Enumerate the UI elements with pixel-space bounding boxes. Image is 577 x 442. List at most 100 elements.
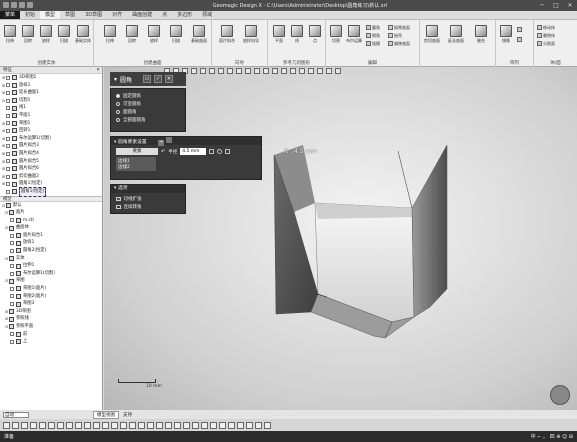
menu-item-align[interactable]: 对齐 — [107, 11, 127, 19]
paint-icon[interactable] — [66, 421, 73, 429]
visibility-icon[interactable] — [6, 136, 10, 141]
undo-icon[interactable] — [27, 2, 33, 8]
delete-body-button[interactable]: 删除体 — [537, 32, 555, 39]
brush-icon[interactable] — [21, 421, 28, 429]
base-surface-button[interactable]: 基础曲面 — [190, 25, 208, 44]
revolve-solid-button[interactable]: 回转 — [19, 25, 37, 44]
tree-item[interactable]: ⊟ 切割1 — [1, 97, 102, 105]
zoom-window-icon[interactable] — [255, 421, 262, 429]
visibility-icon[interactable] — [10, 339, 14, 344]
visibility-icon[interactable] — [10, 271, 14, 276]
tree-item[interactable]: 平面1 — [1, 112, 102, 120]
sketch-select-icon[interactable] — [120, 421, 127, 429]
point-select-icon[interactable] — [129, 421, 136, 429]
sweep-solid-button[interactable]: 扫描 — [55, 25, 73, 44]
edge-list[interactable]: 边线1 边线2 — [116, 157, 156, 171]
ok-button[interactable]: ✓ — [154, 75, 163, 83]
visibility-icon[interactable] — [10, 286, 14, 291]
tree-item[interactable]: ⊞ 放样1 — [1, 82, 102, 90]
tree-item[interactable]: ⊟ 草图 — [1, 277, 102, 285]
surface-select-icon[interactable] — [147, 421, 154, 429]
tree-item[interactable]: 线1 — [1, 104, 102, 112]
edge-item[interactable]: 边线2 — [118, 164, 154, 170]
save-icon[interactable] — [19, 2, 25, 8]
visibility-icon[interactable] — [6, 75, 10, 80]
visibility-icon[interactable] — [6, 90, 10, 95]
draft-button[interactable]: 拔模 — [366, 40, 380, 47]
visibility-icon[interactable] — [6, 189, 10, 194]
option-tangent-expand[interactable]: ✓ 切线扩张 — [111, 195, 185, 203]
tree-item[interactable]: ⊞ 草图1 — [1, 120, 102, 128]
split-face-button[interactable]: 分割面 — [537, 40, 555, 47]
fit-icon[interactable] — [264, 421, 271, 429]
visibility-icon[interactable] — [6, 113, 10, 118]
type-option-variable[interactable]: 可变圆角 — [111, 100, 185, 108]
tree-item[interactable]: 拉伸1 — [1, 262, 102, 270]
tree-item[interactable]: 圆角2(恒定) — [1, 247, 102, 255]
circular-pattern-button[interactable] — [517, 36, 522, 43]
filter-all-icon[interactable] — [174, 421, 181, 429]
curve-icon[interactable] — [138, 421, 145, 429]
fillet-button[interactable]: 圆角 — [366, 24, 380, 31]
visibility-icon[interactable] — [10, 233, 14, 238]
vertex-icon[interactable] — [75, 421, 82, 429]
extend-surface-button[interactable]: 延长曲面 — [447, 25, 465, 44]
tree-item[interactable]: 草图3 — [1, 300, 102, 308]
shell-button[interactable]: 抽壳 — [388, 32, 402, 39]
region-icon[interactable] — [111, 421, 118, 429]
tree-item[interactable]: ⊞ 圆片拟合4 — [1, 150, 102, 158]
right-wall-face[interactable] — [411, 144, 448, 318]
visibility-icon[interactable] — [10, 294, 14, 299]
visibility-icon[interactable] — [6, 98, 10, 103]
lasso-icon[interactable] — [12, 421, 19, 429]
tree-item[interactable]: 草图2(面片) — [1, 293, 102, 301]
visibility-icon[interactable] — [10, 248, 14, 253]
minimize-icon[interactable]: ─ — [535, 0, 549, 11]
extrude-solid-button[interactable]: 拉伸 — [1, 25, 19, 44]
menu-item-surface[interactable]: 曲面创建 — [127, 11, 157, 19]
extend-icon[interactable] — [57, 421, 64, 429]
visibility-icon[interactable] — [6, 144, 10, 149]
select-icon[interactable] — [3, 421, 10, 429]
loft-wizard-button[interactable]: 放样向导 — [242, 25, 260, 44]
menu-item-model[interactable]: 模型 — [40, 11, 61, 19]
tree-item[interactable]: ⊞ 回转1 — [1, 127, 102, 135]
visibility-icon[interactable] — [6, 83, 10, 88]
menu-item-point[interactable]: 点 — [157, 11, 172, 19]
body-icon[interactable] — [102, 421, 109, 429]
cancel-button[interactable]: ✕ — [165, 75, 174, 83]
visibility-icon[interactable] — [10, 264, 14, 269]
visibility-icon[interactable] — [10, 302, 14, 307]
offset-surface-button[interactable]: 偏移曲面 — [388, 40, 410, 47]
preview-icon[interactable]: ▭ — [143, 75, 152, 83]
menu-item-3d-sketch[interactable]: 3D草图 — [80, 11, 107, 19]
isolate-icon[interactable] — [201, 421, 208, 429]
undo-icon[interactable]: ↶ — [161, 149, 165, 155]
maximize-icon[interactable]: □ — [549, 0, 563, 11]
visibility-icon[interactable] — [6, 151, 10, 156]
tree-item[interactable]: m.stl — [1, 217, 102, 225]
3d-viewport[interactable]: R : 4.5 mm 10 mm ▾ 圆角 ▭ ✓ ✕ 固定圆角 可变圆角 面圆… — [104, 67, 577, 410]
options-icon[interactable] — [225, 149, 231, 154]
color-icon[interactable] — [246, 421, 253, 429]
extrude-surface-button[interactable]: 拉伸 — [101, 25, 119, 44]
layer-icon[interactable] — [237, 421, 244, 429]
tree-item[interactable]: ⊟ 默认 — [1, 202, 102, 210]
visibility-icon[interactable] — [10, 218, 14, 223]
plane-button[interactable]: 平面 — [270, 25, 288, 44]
close-icon[interactable]: ✕ — [563, 0, 577, 11]
visibility-icon[interactable] — [10, 332, 14, 337]
snap-icon[interactable] — [210, 421, 217, 429]
tree-item[interactable]: ⊞ 圆片拟合3 — [1, 142, 102, 150]
tree-item[interactable]: 上 — [1, 338, 102, 346]
move-body-button[interactable]: 移动体 — [537, 24, 555, 31]
constraint-icon[interactable] — [228, 421, 235, 429]
tree-item[interactable]: 面片拟合1 — [1, 232, 102, 240]
type-option-face[interactable]: 面圆角 — [111, 108, 185, 116]
chamfer-button[interactable]: 倒角 — [366, 32, 380, 39]
visibility-icon[interactable] — [6, 159, 10, 164]
thicken-button[interactable]: 赋厚曲面 — [388, 24, 410, 31]
loft-solid-button[interactable]: 放样 — [37, 25, 55, 44]
trim-surface-button[interactable]: 剪切曲面 — [423, 25, 441, 44]
view-cube-icon[interactable] — [550, 385, 570, 405]
